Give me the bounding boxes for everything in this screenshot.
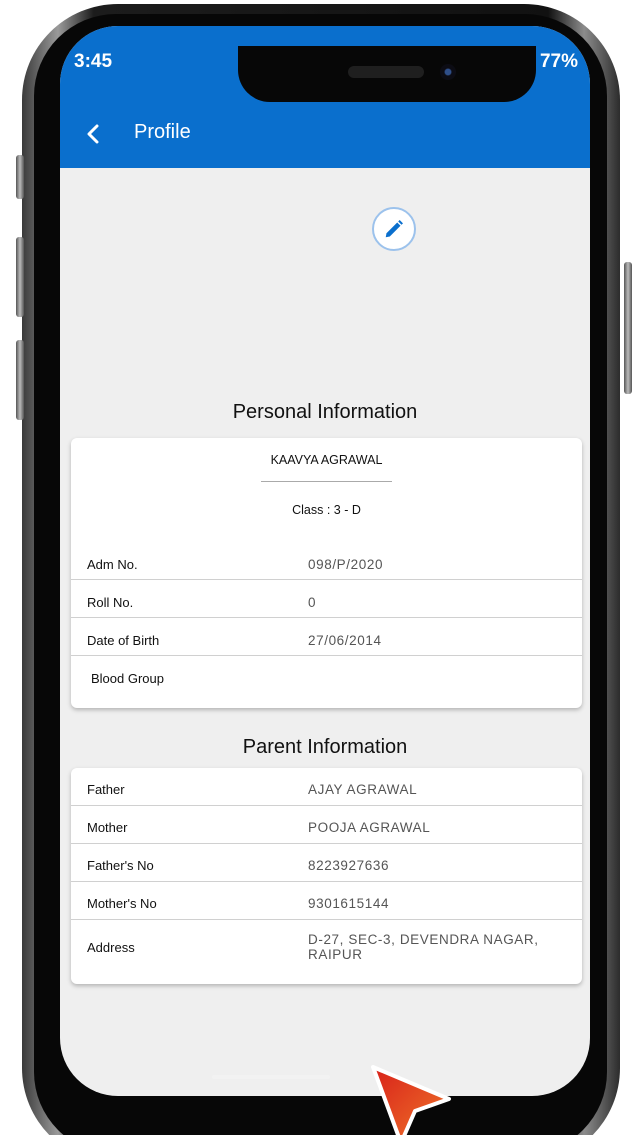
pointer-arrow-icon <box>371 1065 451 1135</box>
info-label: Blood Group <box>91 671 164 686</box>
student-name: KAAVYA AGRAWAL <box>270 453 383 467</box>
volume-up-button <box>16 237 24 317</box>
info-value: 27/06/2014 <box>308 633 382 648</box>
info-label: Date of Birth <box>87 633 160 648</box>
info-row-father-no: Father's No 8223927636 <box>71 858 582 896</box>
info-value: 9301615144 <box>308 896 390 911</box>
info-row-dob: Date of Birth 27/06/2014 <box>71 631 582 669</box>
info-value: AJAY AGRAWAL <box>308 782 418 797</box>
row-divider <box>71 617 582 618</box>
row-divider <box>71 655 582 656</box>
parent-info-heading: Parent Information <box>242 736 408 758</box>
info-row-roll-no: Roll No. 0 <box>71 593 582 631</box>
info-row-blood-group: Blood Group <box>71 669 582 707</box>
info-row-address: Address D-27, SEC-3, DEVENDRA NAGAR, RAI… <box>71 932 582 982</box>
mute-switch <box>16 155 24 199</box>
info-value: 8223927636 <box>308 858 390 873</box>
info-label: Address <box>87 940 135 955</box>
power-button <box>624 262 632 394</box>
info-value: D-27, SEC-3, DEVENDRA NAGAR, RAIPUR <box>308 932 539 962</box>
chevron-left-icon[interactable] <box>82 122 106 146</box>
info-value: 098/P/2020 <box>308 557 384 572</box>
status-time: 3:45 <box>74 51 113 72</box>
info-label: Adm No. <box>87 557 138 572</box>
info-row-mother-no: Mother's No 9301615144 <box>71 896 582 934</box>
screen: 3:45 77% Profile Personal Information KA… <box>60 26 590 1096</box>
info-value: POOJA AGRAWAL <box>308 820 431 835</box>
info-label: Mother <box>87 820 128 835</box>
info-label: Roll No. <box>87 595 134 610</box>
parent-info-card: Father AJAY AGRAWAL Mother POOJA AGRAWAL… <box>71 768 582 984</box>
row-divider <box>71 881 582 882</box>
info-label: Father's No <box>87 858 154 873</box>
battery-percent: 77% <box>539 51 578 72</box>
student-class: Class : 3 - D <box>292 503 361 517</box>
info-label: Mother's No <box>87 896 157 911</box>
name-divider <box>261 481 392 482</box>
edit-profile-button[interactable] <box>372 207 416 251</box>
row-divider <box>71 579 582 580</box>
info-row-father: Father AJAY AGRAWAL <box>71 782 582 820</box>
home-indicator[interactable] <box>212 1075 330 1079</box>
row-divider <box>71 843 582 844</box>
volume-down-button <box>16 340 24 420</box>
info-value: 0 <box>308 595 317 610</box>
personal-info-card: KAAVYA AGRAWAL Class : 3 - D Adm No. 098… <box>71 438 582 708</box>
personal-info-heading: Personal Information <box>232 401 418 423</box>
speaker-grille <box>348 66 424 78</box>
phone-mockup: 3:45 77% Profile Personal Information KA… <box>0 0 641 1135</box>
pencil-icon <box>385 220 403 238</box>
info-row-adm-no: Adm No. 098/P/2020 <box>71 555 582 593</box>
info-label: Father <box>87 782 125 797</box>
front-camera <box>440 64 456 80</box>
row-divider <box>71 805 582 806</box>
page-title: Profile <box>134 121 191 143</box>
info-row-mother: Mother POOJA AGRAWAL <box>71 820 582 858</box>
row-divider <box>71 919 582 920</box>
